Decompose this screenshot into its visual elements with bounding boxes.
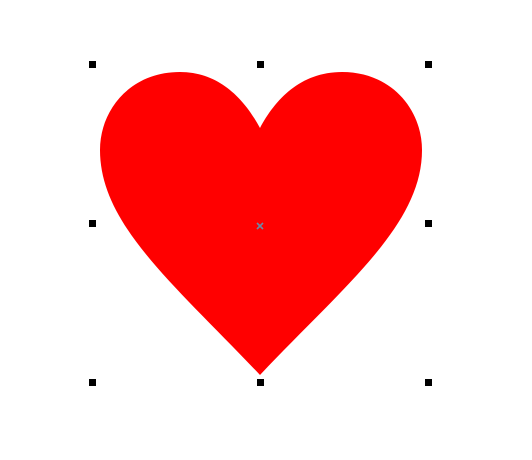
- resize-handle-bottom-right[interactable]: [425, 379, 432, 386]
- resize-handle-middle-left[interactable]: [89, 220, 96, 227]
- heart-shape-layer: [100, 72, 422, 375]
- rotation-center-icon[interactable]: [255, 218, 265, 230]
- resize-handle-bottom-left[interactable]: [89, 379, 96, 386]
- resize-handle-middle-right[interactable]: [425, 220, 432, 227]
- resize-handle-bottom-center[interactable]: [257, 379, 264, 386]
- resize-handle-top-left[interactable]: [89, 61, 96, 68]
- resize-handle-top-right[interactable]: [425, 61, 432, 68]
- resize-handle-top-center[interactable]: [257, 61, 264, 68]
- center-cross-icon: [256, 222, 264, 230]
- drawing-canvas[interactable]: [0, 0, 532, 460]
